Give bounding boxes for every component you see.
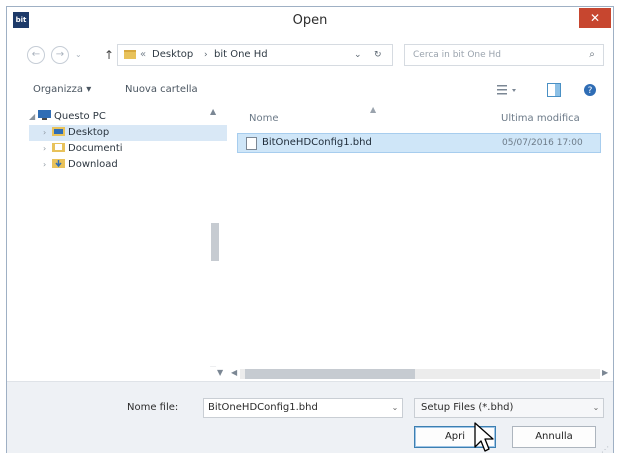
- file-name: BitOneHDConfig1.bhd: [262, 137, 372, 148]
- scroll-right-icon[interactable]: ▶: [602, 368, 608, 377]
- address-dropdown-button[interactable]: ⌄: [354, 45, 362, 65]
- expanded-arrow-icon[interactable]: ◢: [29, 109, 38, 125]
- desktop-folder-icon: [52, 127, 65, 136]
- refresh-button[interactable]: ↻: [374, 45, 382, 65]
- search-box[interactable]: Cerca in bit One Hd ⌕: [404, 44, 604, 66]
- title-bar: Open bit ✕: [7, 7, 613, 35]
- navigation-pane-scrollbar[interactable]: ▲ ▼: [207, 107, 221, 377]
- preview-pane-button[interactable]: [547, 83, 561, 97]
- svg-text:?: ?: [588, 86, 593, 96]
- file-icon: [246, 137, 257, 150]
- scrollbar-thumb[interactable]: [245, 369, 415, 379]
- chevron-down-icon[interactable]: ⌄: [388, 399, 402, 417]
- navigation-bar: ← → ⌄ ↑ « Desktop › bit One Hd ⌄ ↻ Cerca…: [7, 40, 613, 70]
- file-type-select[interactable]: Setup Files (*.bhd) ⌄: [414, 398, 604, 418]
- view-options-button[interactable]: [497, 83, 516, 97]
- chevron-down-icon: ⌄: [354, 50, 362, 60]
- filename-field[interactable]: BitOneHDConfig1.bhd ⌄: [203, 398, 403, 418]
- file-selection-panel: Nome file: BitOneHDConfig1.bhd ⌄ Setup F…: [7, 381, 613, 453]
- collapsed-arrow-icon[interactable]: ›: [43, 125, 52, 141]
- search-placeholder: Cerca in bit One Hd: [413, 50, 501, 60]
- mouse-pointer-icon: [474, 422, 494, 452]
- breadcrumb-desktop[interactable]: Desktop: [152, 45, 193, 65]
- breadcrumb-separator-icon: ›: [204, 50, 208, 60]
- search-icon: ⌕: [589, 49, 595, 60]
- tree-item-downloads[interactable]: › Download: [29, 157, 227, 173]
- arrow-right-icon: →: [55, 49, 65, 60]
- close-icon: ✕: [589, 11, 601, 25]
- file-row[interactable]: BitOneHDConfig1.bhd 05/07/2016 17:00: [237, 133, 601, 153]
- tree-item-this-pc[interactable]: ◢ Questo PC: [29, 109, 227, 125]
- list-view-icon: [497, 85, 516, 95]
- back-button[interactable]: ←: [27, 46, 45, 64]
- open-file-dialog: Open bit ✕ ← → ⌄ ↑ « Desktop › bit One H…: [6, 6, 614, 455]
- scroll-down-icon[interactable]: ▼: [217, 368, 223, 377]
- arrow-left-icon: ←: [31, 49, 41, 60]
- up-button[interactable]: ↑: [104, 46, 114, 64]
- collapsed-arrow-icon[interactable]: ›: [43, 157, 52, 173]
- chevron-down-icon: ⌄: [75, 50, 82, 59]
- new-folder-button[interactable]: Nuova cartella: [125, 79, 198, 101]
- column-header-modified[interactable]: Ultima modifica: [501, 111, 580, 127]
- arrow-up-icon: ↑: [104, 48, 115, 62]
- scroll-up-icon[interactable]: ▲: [210, 107, 216, 116]
- command-toolbar: Organizza ▾ Nuova cartella ?: [7, 79, 613, 101]
- tree-label: Download: [68, 159, 118, 170]
- tree-item-documents[interactable]: › Documenti: [29, 141, 227, 157]
- file-modified-date: 05/07/2016 17:00: [502, 138, 583, 148]
- breadcrumb-bit-one-hd[interactable]: bit One Hd: [214, 45, 268, 65]
- recent-locations-button[interactable]: ⌄: [75, 46, 85, 64]
- folder-icon: [124, 50, 136, 59]
- resize-grip-icon[interactable]: ⋰: [601, 445, 611, 455]
- column-header-name[interactable]: Nome: [249, 111, 279, 127]
- computer-icon: [38, 110, 51, 120]
- chevron-down-icon: ⌄: [592, 403, 600, 412]
- tree-label: Questo PC: [54, 111, 106, 122]
- file-list-horizontal-scrollbar[interactable]: ▼ ◀ ▶: [7, 367, 613, 381]
- tree-label: Documenti: [68, 143, 123, 154]
- organize-menu-button[interactable]: Organizza ▾: [33, 79, 91, 101]
- forward-button[interactable]: →: [51, 46, 69, 64]
- breadcrumb-overflow[interactable]: «: [140, 45, 146, 65]
- sort-ascending-icon: ▲: [370, 105, 377, 114]
- close-button[interactable]: ✕: [579, 8, 611, 28]
- filename-value: BitOneHDConfig1.bhd: [208, 402, 318, 413]
- navigation-pane: ◢ Questo PC › Desktop › Documenti › Download: [29, 103, 227, 373]
- preview-pane-icon: [547, 83, 561, 97]
- address-bar[interactable]: « Desktop › bit One Hd ⌄ ↻: [117, 44, 393, 66]
- help-button[interactable]: ?: [583, 83, 597, 97]
- scrollbar-thumb[interactable]: [211, 223, 219, 261]
- documents-folder-icon: [52, 143, 65, 152]
- tree-label: Desktop: [68, 127, 110, 138]
- file-list: Nome ▲ Ultima modifica BitOneHDConfig1.b…: [237, 103, 613, 383]
- scroll-left-icon[interactable]: ◀: [231, 368, 237, 377]
- filename-label: Nome file:: [127, 402, 179, 413]
- tree-item-desktop[interactable]: › Desktop: [29, 125, 227, 141]
- file-type-value: Setup Files (*.bhd): [421, 402, 514, 413]
- cancel-button[interactable]: Annulla: [512, 426, 596, 448]
- window-title: Open: [292, 13, 328, 28]
- app-icon: bit: [13, 12, 29, 28]
- help-icon: ?: [584, 84, 596, 96]
- downloads-folder-icon: [52, 159, 65, 168]
- collapsed-arrow-icon[interactable]: ›: [43, 141, 52, 157]
- refresh-icon: ↻: [374, 50, 382, 60]
